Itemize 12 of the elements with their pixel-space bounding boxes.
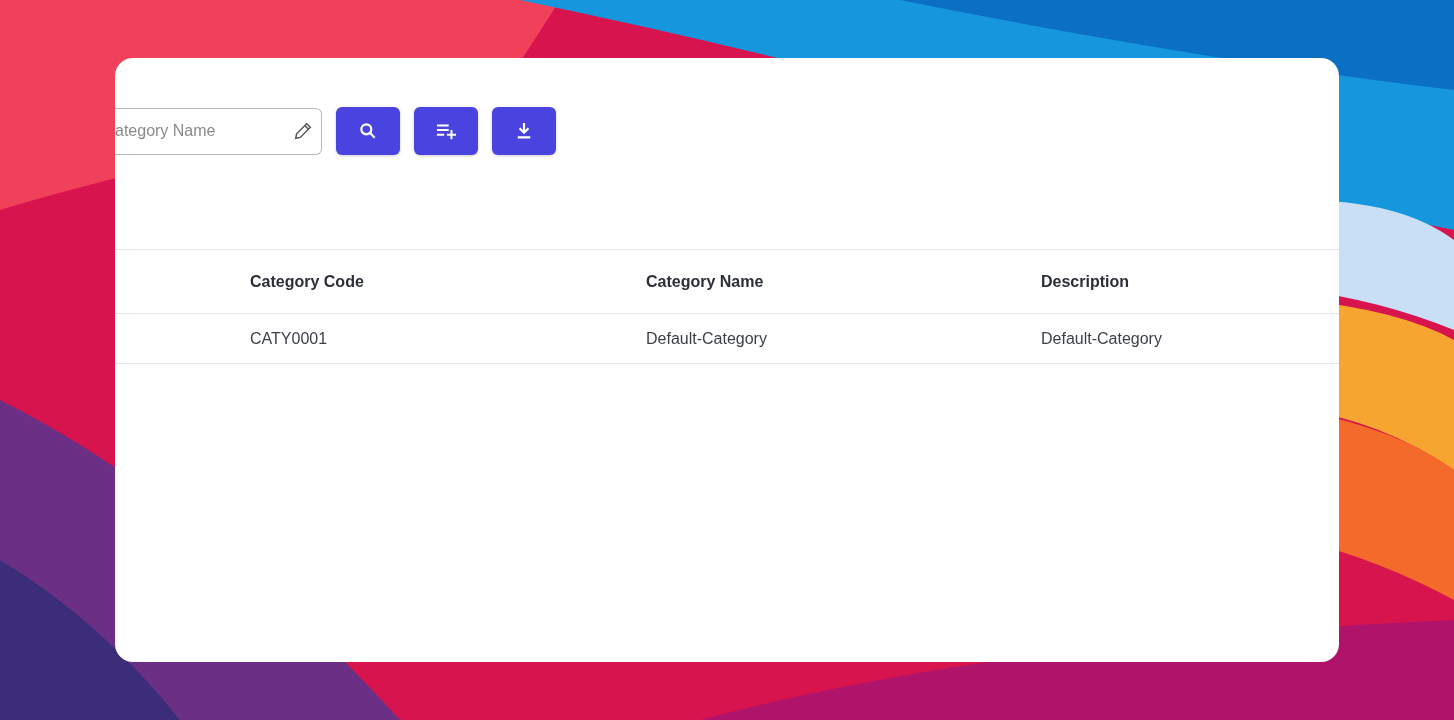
search-icon — [358, 121, 378, 141]
download-button[interactable] — [492, 107, 556, 155]
table-cell-text: Default-Category — [646, 328, 767, 349]
column-header: Category Code — [250, 271, 364, 292]
column-header: Description — [1041, 271, 1129, 292]
table-cell-text: CATY0001 — [250, 328, 328, 349]
download-icon — [515, 121, 533, 141]
search-field[interactable]: ategory Name — [115, 107, 322, 155]
column-header: Category Name — [646, 271, 764, 292]
search-button[interactable] — [336, 107, 400, 155]
table-cell-text: Default-Category — [1041, 328, 1162, 349]
add-button[interactable] — [414, 107, 478, 155]
